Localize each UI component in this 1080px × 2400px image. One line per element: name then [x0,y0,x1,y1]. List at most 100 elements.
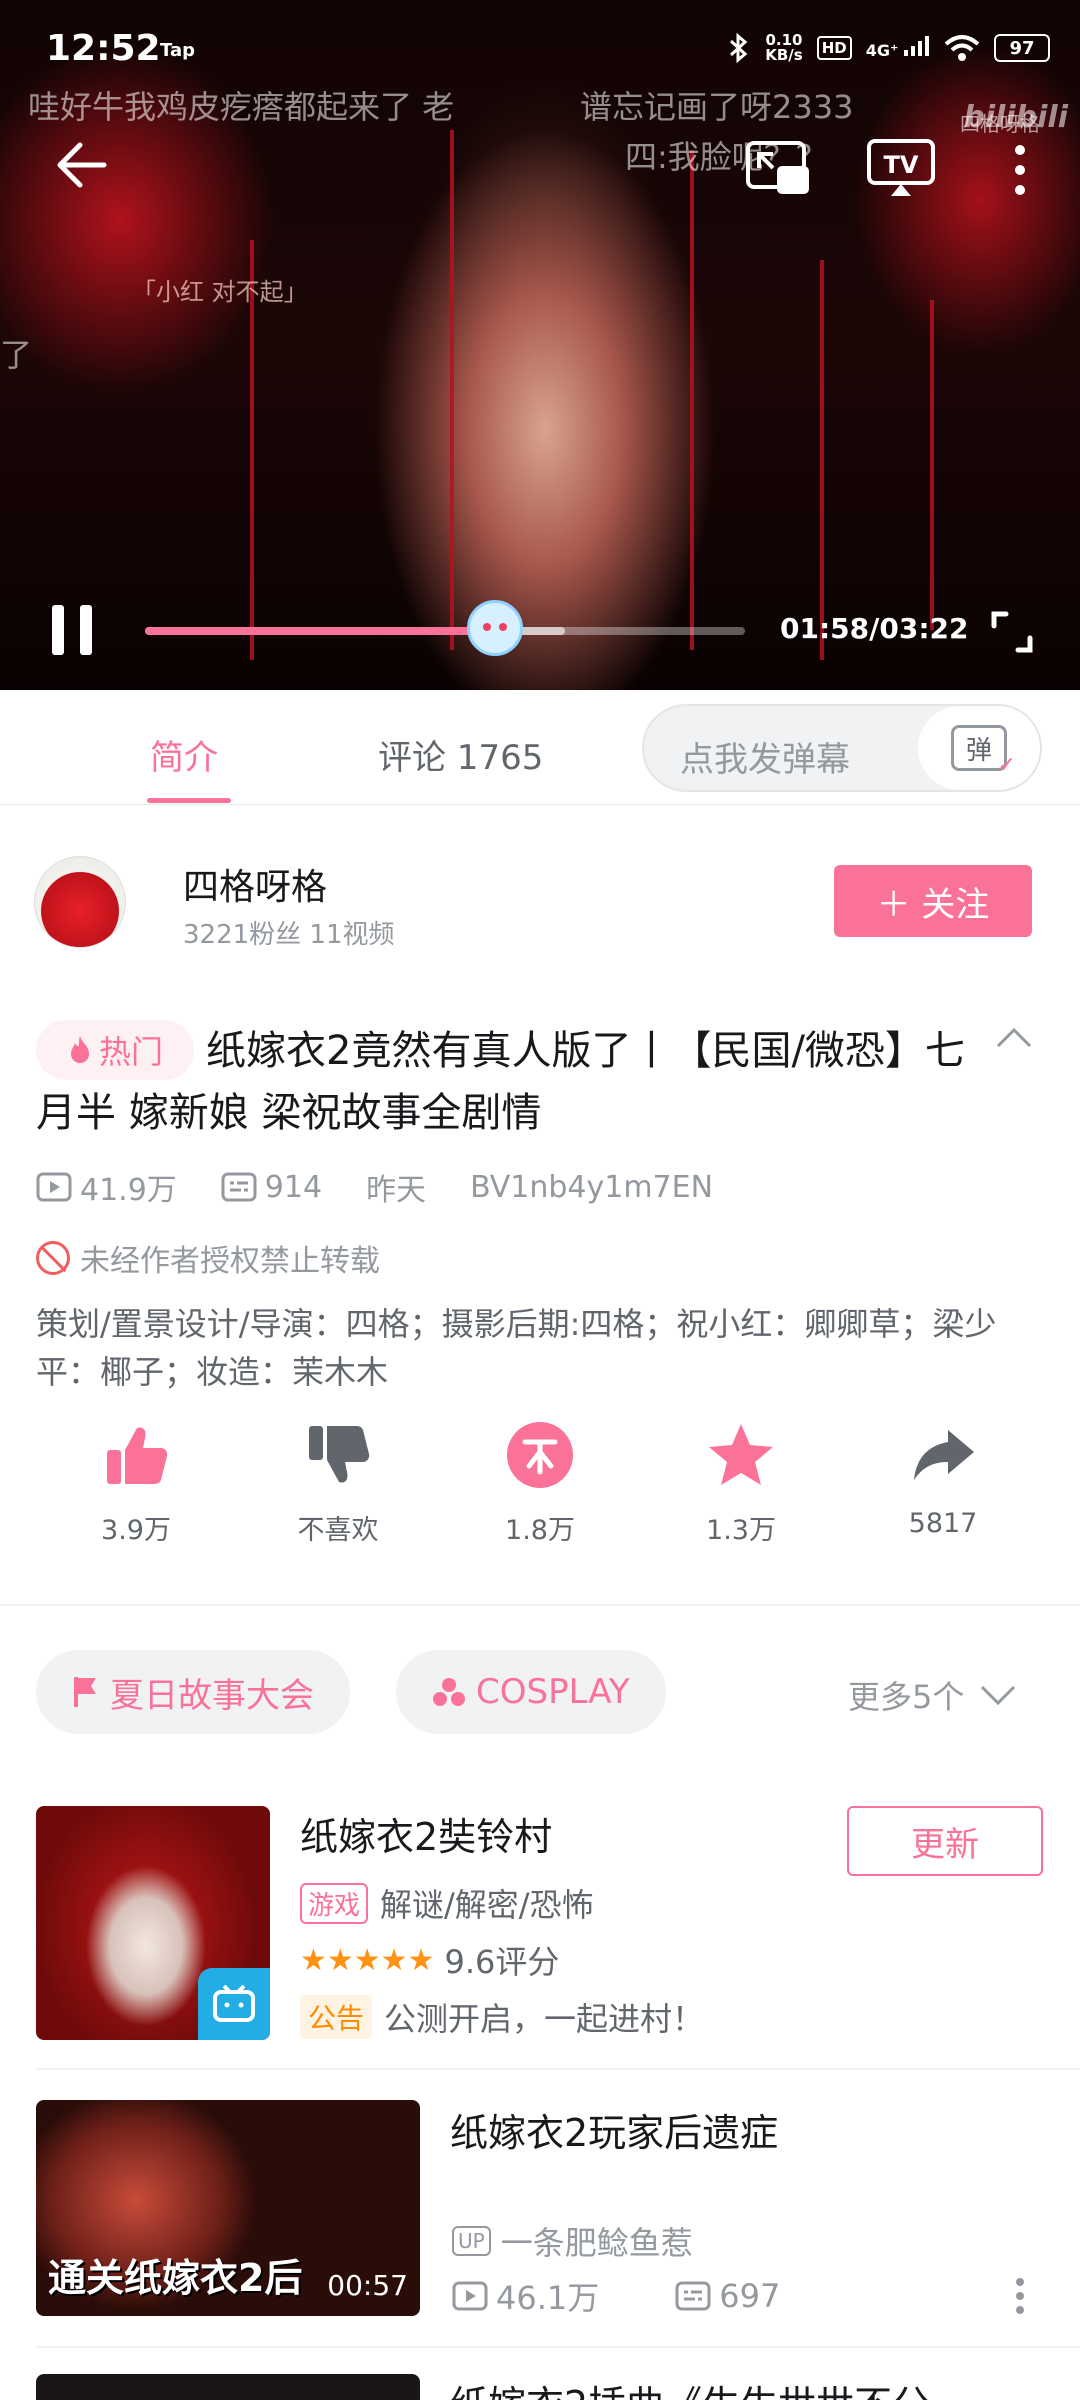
related-video-thumbnail[interactable] [36,2374,420,2400]
danmaku-count-icon [221,1172,257,1202]
wifi-icon [944,35,980,61]
uploader-stats: 3221粉丝 11视频 [183,920,395,950]
progress-bar[interactable] [145,627,745,635]
view-count-value: 46.1万 [496,2279,600,2317]
network-speed-unit: KB/s [765,46,803,64]
hot-badge-label: 热门 [98,1033,163,1071]
dislike-button[interactable]: 不喜欢 [268,1420,408,1547]
signal-label: 4G⁺ [865,41,899,60]
thumbnail-caption: 通关纸嫁衣2后 [48,2256,303,2300]
coin-button[interactable]: 1.8万 [470,1420,610,1547]
hd-icon: HD [816,36,852,60]
action-bar: 3.9万 不喜欢 1.8万 1.3万 5817 [0,1420,1080,1550]
tv-glyph [213,1984,255,2022]
more-tags-button[interactable]: 更多5个 [848,1672,1018,1718]
video-decoration [930,300,934,630]
game-notice: 公告 公测开启，一起进村！ [300,1994,704,2040]
collapse-chevron-icon[interactable] [994,1022,1034,1052]
related-video-stats: 46.1万 697 [452,2273,856,2319]
video-description: 策划/置景设计/导演：四格；摄影后期:四格；祝小红：卿卿草；梁少平：椰子；妆造：… [36,1305,997,1391]
rating-text: 9.6评分 [444,1943,560,1981]
danmaku-count-value: 697 [719,2277,781,2315]
mini-window-icon[interactable] [745,140,811,196]
active-tab-indicator [147,798,231,803]
danmaku-count: 914 [221,1170,322,1205]
related-video-thumbnail[interactable]: 通关纸嫁衣2后 00:57 [36,2100,420,2316]
more-options-icon[interactable] [1000,140,1040,200]
notice-text: 公测开启，一起进村！ [384,2000,705,2038]
related-video-title[interactable]: 纸嫁衣2插曲《生生世世不分 [450,2374,930,2400]
bilibili-watermark: bilibili [963,100,1068,135]
video-meta: 41.9万 914 昨天 BV1nb4y1m7EN [36,1165,757,1209]
thumbs-down-icon [309,1426,370,1483]
coin-count: 1.8万 [505,1515,575,1546]
video-duration: 00:57 [327,2269,408,2302]
uploader-name[interactable]: 四格呀格 [183,858,327,910]
uploader-avatar[interactable] [34,856,126,948]
danmaku-count-value: 914 [264,1169,323,1205]
bv-id: BV1nb4y1m7EN [470,1169,714,1205]
battery-icon: 97 [994,34,1050,62]
more-options-icon[interactable] [1014,2276,1026,2316]
video-player[interactable]: 哇好牛我鸡皮疙瘩都起来了 老 谱忘记画了呀2333 四:我脸呢？？ 了 「小红 … [0,0,1080,690]
view-count: 46.1万 [452,2273,599,2319]
ban-icon [36,1241,70,1275]
fullscreen-icon[interactable] [990,610,1034,654]
no-repost-notice: 未经作者授权禁止转载 [36,1236,380,1280]
game-title[interactable]: 纸嫁衣2奘铃村 [300,1806,552,1861]
game-cover-image[interactable] [36,1806,270,2040]
back-arrow-icon[interactable] [52,135,112,195]
flag-icon [74,1677,96,1707]
video-decoration [450,130,454,650]
dislike-label: 不喜欢 [297,1515,379,1546]
cosplay-icon [433,1678,465,1706]
video-decoration [690,150,694,650]
tab-comments[interactable]: 评论 1765 [378,730,543,779]
bilibili-tv-icon [198,1968,270,2040]
publish-date: 昨天 [366,1173,427,1208]
uploader-name-text: 一条肥鲶鱼惹 [500,2224,693,2262]
hot-badge[interactable]: 热门 [36,1020,194,1080]
game-genres: 游戏 解谜/解密/恐怖 [300,1880,594,1926]
fire-icon [70,1036,89,1063]
danmaku-input[interactable]: 点我发弹幕 弹 [642,704,1042,792]
tag-chip-label: 夏日故事大会 [110,1675,314,1716]
view-count: 41.9万 [36,1165,177,1209]
view-count-value: 41.9万 [80,1173,177,1208]
thumbs-up-icon [107,1427,168,1484]
cast-tv-icon[interactable]: TV [866,138,936,198]
notice-badge: 公告 [300,1995,373,2039]
section-divider [36,2346,1080,2348]
like-count: 3.9万 [101,1515,171,1546]
favorite-count: 1.3万 [706,1515,776,1546]
section-divider [36,2068,1080,2070]
signal-bars-icon [904,36,929,56]
pause-icon[interactable] [48,603,96,657]
tag-chip[interactable]: COSPLAY [396,1650,666,1734]
play-count-icon [36,1172,72,1202]
danmaku-toggle-button[interactable]: 弹 [918,706,1040,790]
danmaku-icon: 弹 [951,725,1016,778]
game-category-badge: 游戏 [300,1882,369,1924]
update-button[interactable]: 更新 [847,1806,1043,1876]
like-button[interactable]: 3.9万 [66,1420,206,1547]
related-video-title[interactable]: 纸嫁衣2玩家后遗症 [450,2102,778,2157]
no-repost-text: 未经作者授权禁止转载 [80,1244,380,1279]
tab-intro[interactable]: 简介 [150,730,218,779]
follow-button[interactable]: ＋ 关注 [834,865,1032,937]
danmaku-count-icon [675,2281,711,2311]
tag-chip[interactable]: 夏日故事大会 [36,1650,350,1734]
up-icon: UP [452,2226,491,2256]
bluetooth-icon [730,32,748,64]
more-tags-label: 更多5个 [848,1678,965,1716]
favorite-button[interactable]: 1.3万 [671,1420,811,1547]
chevron-down-icon [981,1685,1016,1706]
danmaku-input-placeholder: 点我发弹幕 [680,740,850,780]
status-time: 12:52 [46,28,161,69]
content-tabbar: 简介 评论 1765 点我发弹幕 弹 [0,690,1080,805]
game-rating: ★★★★★ 9.6评分 [300,1937,559,1983]
svg-text:TV: TV [884,151,919,179]
share-button[interactable]: 5817 [873,1420,1013,1539]
coin-icon [507,1422,573,1488]
progress-thumb[interactable] [467,600,524,656]
